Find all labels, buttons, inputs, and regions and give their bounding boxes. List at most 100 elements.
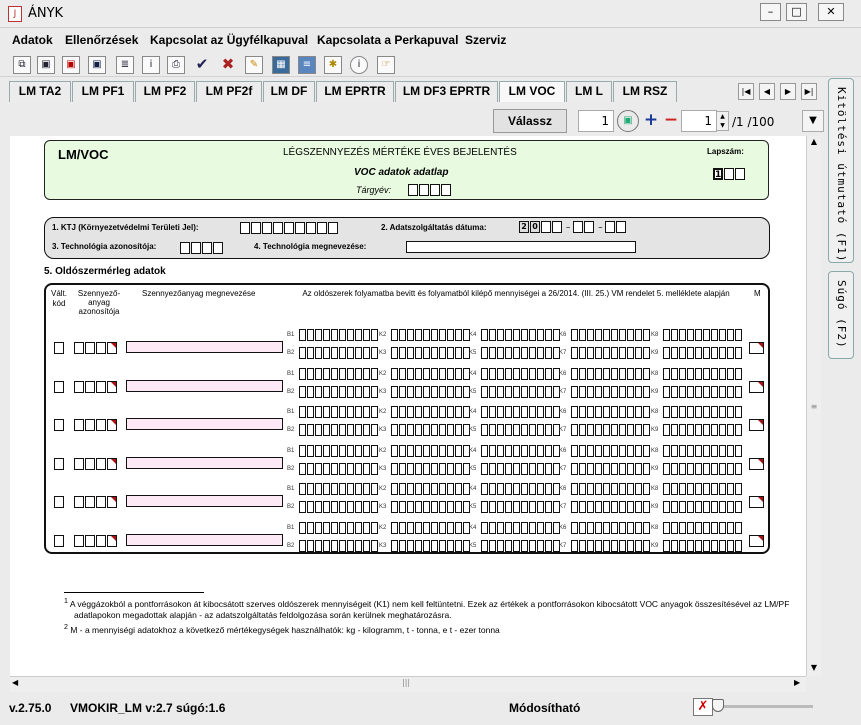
amount-field[interactable]: [391, 367, 470, 380]
valt-kod-field[interactable]: [54, 534, 65, 547]
amount-field[interactable]: [299, 444, 378, 457]
amount-field[interactable]: [663, 462, 742, 475]
select-button[interactable]: Válassz: [493, 109, 567, 133]
amount-field[interactable]: [481, 501, 560, 514]
scroll-right-icon[interactable]: ▶: [794, 678, 800, 687]
amount-field[interactable]: [663, 367, 742, 380]
menu-ugyfelkapu[interactable]: Kapcsolat az Ügyfélkapuval: [150, 33, 308, 47]
amount-field[interactable]: [391, 444, 470, 457]
tab-lm-ta2[interactable]: LM TA2: [9, 81, 71, 102]
tab-lm-voc[interactable]: LM VOC: [499, 81, 565, 102]
close-button[interactable]: ✕: [818, 3, 844, 21]
vertical-scrollbar[interactable]: ▲ ≡ ▼: [806, 136, 821, 676]
unit-field[interactable]: [749, 495, 765, 509]
amount-field[interactable]: [299, 347, 378, 359]
amount-field[interactable]: [391, 329, 470, 341]
zoom-slider-handle[interactable]: [712, 699, 724, 712]
cancel-icon[interactable]: ✖: [219, 56, 237, 74]
szennyezo-name-field[interactable]: [126, 495, 283, 508]
amount-field[interactable]: [571, 329, 650, 341]
amount-field[interactable]: [481, 367, 560, 380]
valt-kod-field[interactable]: [54, 457, 65, 470]
amount-field[interactable]: [391, 347, 470, 359]
edit-icon[interactable]: ✎: [245, 56, 263, 74]
tab-lm-eprtr[interactable]: LM EPRTR: [316, 81, 394, 102]
szennyezo-id-field[interactable]: [74, 495, 118, 509]
tab-lm-df[interactable]: LM DF: [263, 81, 315, 102]
amount-field[interactable]: [663, 540, 742, 552]
amount-field[interactable]: [299, 483, 378, 496]
add-page-icon[interactable]: ▣: [617, 110, 639, 132]
amount-field[interactable]: [299, 462, 378, 475]
amount-field[interactable]: [391, 501, 470, 514]
tab-lm-l[interactable]: LM L: [566, 81, 612, 102]
szennyezo-id-field[interactable]: [74, 534, 118, 547]
amount-field[interactable]: [299, 385, 378, 398]
horizontal-scrollbar[interactable]: ◀ ||| ▶: [10, 676, 806, 692]
amount-field[interactable]: [481, 483, 560, 496]
tech-name-field[interactable]: [406, 241, 636, 253]
attachment-icon[interactable]: ✱: [324, 56, 342, 74]
amount-field[interactable]: [481, 406, 560, 419]
minimize-button[interactable]: –: [760, 3, 781, 21]
amount-field[interactable]: [663, 444, 742, 457]
szennyezo-name-field[interactable]: [126, 341, 283, 353]
first-tab-icon[interactable]: |◀: [738, 83, 754, 100]
amount-field[interactable]: [481, 444, 560, 457]
amount-field[interactable]: [571, 406, 650, 419]
tab-lm-pf1[interactable]: LM PF1: [72, 81, 134, 102]
unit-field[interactable]: [749, 341, 765, 354]
scroll-down-icon[interactable]: ▼: [808, 663, 820, 675]
menu-perkapu[interactable]: Kapcsolata a Perkapuval: [317, 33, 458, 47]
amount-field[interactable]: [481, 522, 560, 534]
amount-field[interactable]: [571, 522, 650, 534]
menu-ellenorzesek[interactable]: Ellenőrzések: [65, 33, 138, 47]
menu-adatok[interactable]: Adatok: [12, 33, 53, 47]
scroll-up-icon[interactable]: ▲: [808, 137, 820, 149]
amount-field[interactable]: [391, 385, 470, 398]
save-as-icon[interactable]: ▣: [88, 56, 106, 74]
help-icon[interactable]: i: [350, 56, 368, 74]
prev-tab-icon[interactable]: ◀: [759, 83, 775, 100]
unit-field[interactable]: [749, 380, 765, 393]
amount-field[interactable]: [663, 483, 742, 496]
amount-field[interactable]: [481, 385, 560, 398]
scroll-thumb[interactable]: ≡: [808, 403, 820, 412]
calculator-icon[interactable]: ▦: [272, 56, 290, 74]
amount-field[interactable]: [663, 385, 742, 398]
scroll-left-icon[interactable]: ◀: [12, 678, 18, 687]
datum-field[interactable]: 20 – –: [519, 221, 627, 233]
amount-field[interactable]: [571, 501, 650, 514]
tab-lm-pf2f[interactable]: LM PF2f: [196, 81, 262, 102]
amount-field[interactable]: [663, 501, 742, 514]
szennyezo-id-field[interactable]: [74, 418, 118, 432]
amount-field[interactable]: [299, 329, 378, 341]
valt-kod-field[interactable]: [54, 380, 65, 393]
amount-field[interactable]: [391, 406, 470, 419]
amount-field[interactable]: [571, 424, 650, 437]
amount-field[interactable]: [391, 424, 470, 437]
print-icon[interactable]: ⎙: [167, 56, 185, 74]
valt-kod-field[interactable]: [54, 418, 65, 432]
amount-field[interactable]: [663, 329, 742, 341]
szennyezo-name-field[interactable]: [126, 456, 283, 469]
amount-field[interactable]: [391, 462, 470, 475]
lapszam-field[interactable]: 1: [713, 167, 746, 180]
amount-field[interactable]: [299, 406, 378, 419]
amount-field[interactable]: [663, 406, 742, 419]
amount-field[interactable]: [481, 347, 560, 359]
book-icon[interactable]: ≡: [298, 56, 316, 74]
amount-field[interactable]: [299, 540, 378, 552]
page-field-1[interactable]: 1: [578, 110, 614, 132]
check-icon[interactable]: ✔: [193, 56, 211, 74]
print-preview-icon[interactable]: ≣: [116, 56, 134, 74]
info-icon[interactable]: i: [142, 56, 160, 74]
amount-field[interactable]: [481, 424, 560, 437]
szennyezo-id-field[interactable]: [74, 341, 118, 354]
dropdown-icon[interactable]: ▼: [802, 110, 824, 132]
amount-field[interactable]: [481, 329, 560, 341]
amount-field[interactable]: [571, 444, 650, 457]
unit-field[interactable]: [749, 534, 765, 547]
minus-icon[interactable]: −: [661, 110, 681, 132]
page-field-2[interactable]: 1: [681, 110, 717, 132]
